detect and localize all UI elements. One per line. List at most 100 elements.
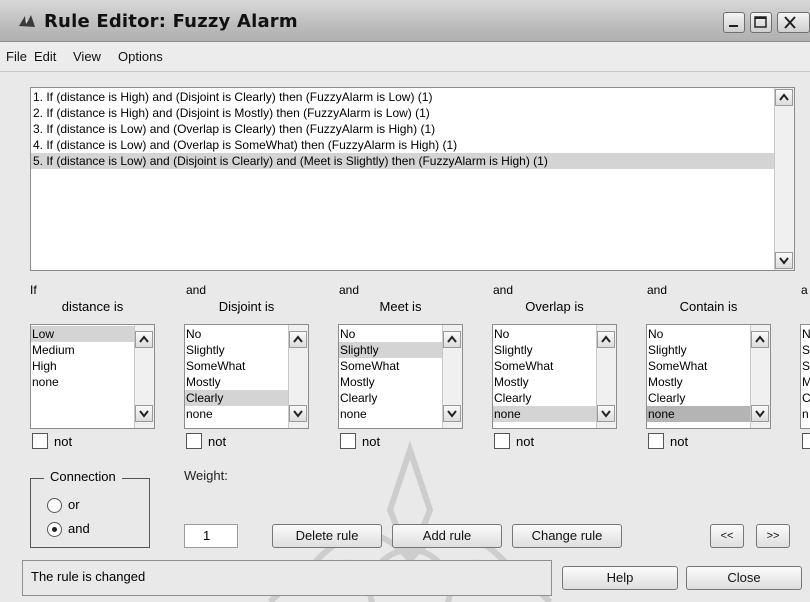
- rule-item[interactable]: 4. If (distance is Low) and (Overlap is …: [31, 137, 775, 153]
- list-item[interactable]: Clearly: [339, 390, 442, 406]
- chevron-down-icon: [293, 410, 303, 418]
- list-item[interactable]: SomeWhat: [339, 358, 442, 374]
- chevron-down-icon: [755, 410, 765, 418]
- radio-and[interactable]: [47, 522, 62, 537]
- scroll-down-button[interactable]: [443, 405, 461, 422]
- not-label: not: [670, 434, 689, 449]
- prev-button[interactable]: <<: [710, 524, 744, 548]
- delete-rule-button[interactable]: Delete rule: [272, 524, 382, 548]
- add-rule-button[interactable]: Add rule: [392, 524, 502, 548]
- list-item[interactable]: C: [801, 390, 810, 406]
- list-item[interactable]: M: [801, 374, 810, 390]
- list-item[interactable]: none: [339, 406, 442, 422]
- if-label: If: [30, 283, 37, 297]
- not-checkbox-contain[interactable]: [648, 433, 664, 449]
- rule-item[interactable]: 2. If (distance is High) and (Disjoint i…: [31, 105, 775, 121]
- scroll-down-button[interactable]: [289, 405, 307, 422]
- matlab-app-icon: [18, 12, 36, 30]
- minimize-button[interactable]: [723, 12, 745, 33]
- scroll-up-button[interactable]: [775, 89, 793, 106]
- scroll-up-button[interactable]: [751, 331, 769, 348]
- scroll-down-button[interactable]: [135, 405, 153, 422]
- maximize-button[interactable]: [750, 12, 772, 33]
- list-item[interactable]: Clearly: [185, 390, 288, 406]
- list-item[interactable]: n: [801, 406, 810, 422]
- listbox-partial[interactable]: N S S M C n: [800, 324, 810, 429]
- scroll-down-button[interactable]: [775, 252, 793, 269]
- list-item[interactable]: High: [31, 358, 134, 374]
- radio-or[interactable]: [47, 498, 62, 513]
- listbox-scrollbar[interactable]: [288, 325, 308, 428]
- radio-and-label: and: [68, 521, 90, 536]
- not-checkbox-meet[interactable]: [340, 433, 356, 449]
- list-item[interactable]: SomeWhat: [185, 358, 288, 374]
- input-var-title-overlap: Overlap is: [525, 299, 584, 314]
- listbox-scrollbar[interactable]: [134, 325, 154, 428]
- list-item[interactable]: Clearly: [493, 390, 596, 406]
- rule-item[interactable]: 1. If (distance is High) and (Disjoint i…: [31, 89, 775, 105]
- rule-item-selected[interactable]: 5. If (distance is Low) and (Disjoint is…: [31, 153, 775, 169]
- list-item[interactable]: Clearly: [647, 390, 750, 406]
- menu-view[interactable]: View: [73, 49, 101, 64]
- listbox-overlap[interactable]: No Slightly SomeWhat Mostly Clearly none: [492, 324, 617, 429]
- list-item[interactable]: Mostly: [339, 374, 442, 390]
- list-item[interactable]: SomeWhat: [647, 358, 750, 374]
- not-checkbox-partial[interactable]: [802, 433, 810, 449]
- close-button[interactable]: Close: [686, 566, 802, 590]
- scroll-up-button[interactable]: [443, 331, 461, 348]
- scroll-up-button[interactable]: [289, 331, 307, 348]
- close-window-button[interactable]: [777, 12, 810, 33]
- rules-list[interactable]: 1. If (distance is High) and (Disjoint i…: [30, 87, 795, 271]
- list-item[interactable]: none: [493, 406, 596, 422]
- list-item[interactable]: N: [801, 326, 810, 342]
- list-item[interactable]: none: [647, 406, 750, 422]
- chevron-up-icon: [601, 335, 611, 343]
- list-item[interactable]: No: [647, 326, 750, 342]
- menu-file[interactable]: File: [6, 49, 27, 64]
- not-checkbox-distance[interactable]: [32, 433, 48, 449]
- menu-options[interactable]: Options: [118, 49, 163, 64]
- list-item[interactable]: Medium: [31, 342, 134, 358]
- list-item[interactable]: SomeWhat: [493, 358, 596, 374]
- list-item[interactable]: Slightly: [647, 342, 750, 358]
- list-item[interactable]: Slightly: [339, 342, 442, 358]
- list-item[interactable]: No: [185, 326, 288, 342]
- list-item[interactable]: S: [801, 342, 810, 358]
- rules-scrollbar[interactable]: [774, 88, 794, 270]
- list-item[interactable]: No: [339, 326, 442, 342]
- not-checkbox-disjoint[interactable]: [186, 433, 202, 449]
- chevron-up-icon: [293, 335, 303, 343]
- listbox-scrollbar[interactable]: [750, 325, 770, 428]
- list-item[interactable]: Mostly: [647, 374, 750, 390]
- not-checkbox-overlap[interactable]: [494, 433, 510, 449]
- scroll-up-button[interactable]: [135, 331, 153, 348]
- scroll-down-button[interactable]: [597, 405, 615, 422]
- chevron-down-icon: [779, 257, 789, 265]
- next-button[interactable]: >>: [756, 524, 790, 548]
- list-item[interactable]: S: [801, 358, 810, 374]
- menu-bar: File Edit View Options: [0, 42, 810, 72]
- list-item[interactable]: Mostly: [185, 374, 288, 390]
- list-item[interactable]: Slightly: [493, 342, 596, 358]
- change-rule-button[interactable]: Change rule: [512, 524, 622, 548]
- input-var-title-disjoint: Disjoint is: [218, 299, 275, 314]
- listbox-contain[interactable]: No Slightly SomeWhat Mostly Clearly none: [646, 324, 771, 429]
- scroll-down-button[interactable]: [751, 405, 769, 422]
- list-item[interactable]: No: [493, 326, 596, 342]
- list-item[interactable]: Low: [31, 326, 134, 342]
- list-item[interactable]: Mostly: [493, 374, 596, 390]
- list-item[interactable]: none: [31, 374, 134, 390]
- list-item[interactable]: Slightly: [185, 342, 288, 358]
- listbox-scrollbar[interactable]: [442, 325, 462, 428]
- scroll-up-button[interactable]: [597, 331, 615, 348]
- weight-input[interactable]: 1: [184, 524, 238, 548]
- listbox-disjoint[interactable]: No Slightly SomeWhat Mostly Clearly none: [184, 324, 309, 429]
- rule-item[interactable]: 3. If (distance is Low) and (Overlap is …: [31, 121, 775, 137]
- listbox-meet[interactable]: No Slightly SomeWhat Mostly Clearly none: [338, 324, 463, 429]
- listbox-distance[interactable]: Low Medium High none: [30, 324, 155, 429]
- menu-edit[interactable]: Edit: [34, 49, 56, 64]
- not-label: not: [362, 434, 381, 449]
- help-button[interactable]: Help: [562, 566, 678, 590]
- list-item[interactable]: none: [185, 406, 288, 422]
- listbox-scrollbar[interactable]: [596, 325, 616, 428]
